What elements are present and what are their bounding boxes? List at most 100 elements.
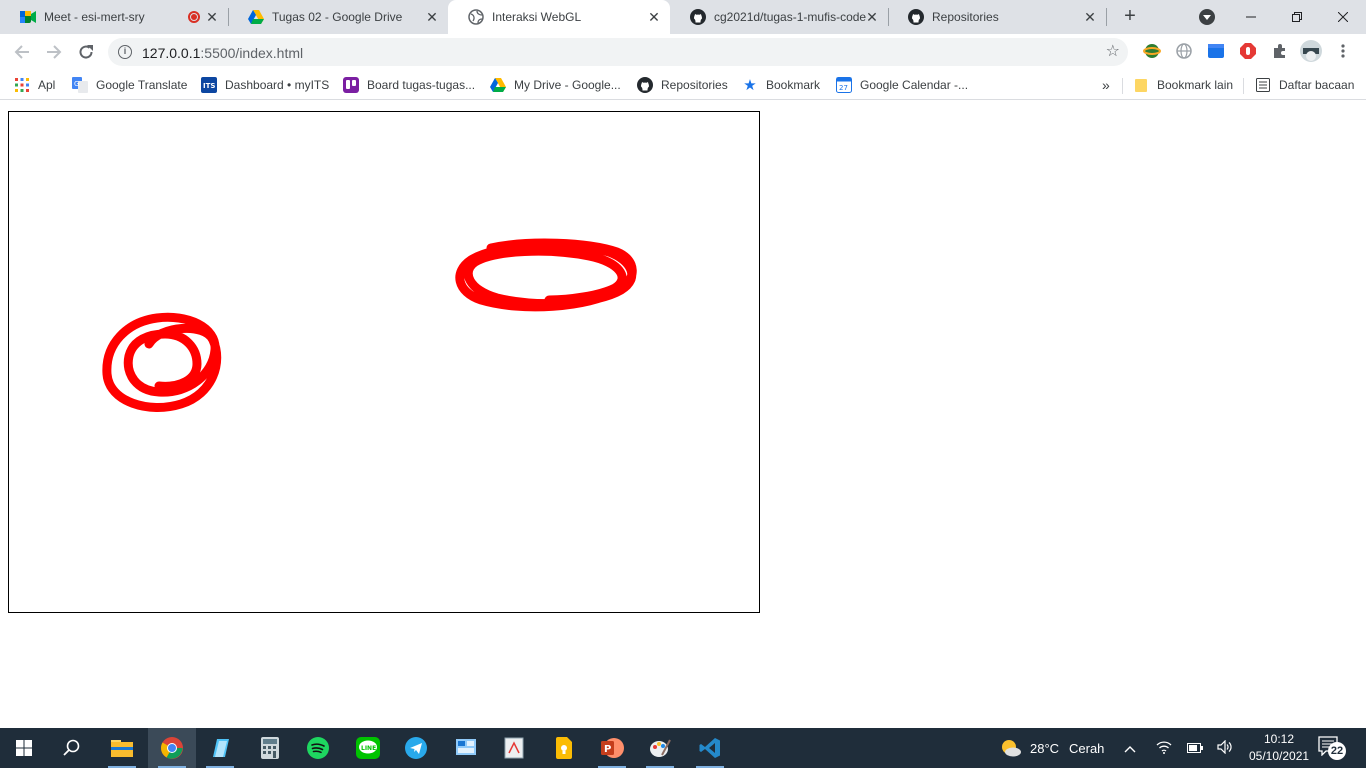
telegram-taskbar-button[interactable]	[392, 728, 440, 768]
tab-search-button[interactable]	[1199, 9, 1215, 25]
info-icon[interactable]: i	[118, 45, 132, 59]
tab-title: cg2021d/tugas-1-mufis-code	[714, 10, 867, 24]
extension-earth-icon[interactable]	[1143, 42, 1161, 60]
close-icon[interactable]: ✕	[424, 9, 440, 25]
bookmark-bookmark[interactable]: ★ Bookmark	[742, 76, 820, 94]
folder-icon	[1133, 77, 1149, 93]
menu-kebab-icon[interactable]	[1334, 42, 1352, 60]
restore-button[interactable]	[1274, 0, 1320, 34]
weather-temperature[interactable]: 28°C	[1030, 741, 1059, 756]
github-icon	[637, 77, 653, 93]
close-icon[interactable]: ✕	[864, 9, 880, 25]
battery-icon[interactable]	[1187, 742, 1203, 756]
tab-meet[interactable]: Meet - esi-mert-sry ✕	[0, 0, 228, 34]
new-tab-button[interactable]: +	[1120, 6, 1140, 26]
extensions-puzzle-icon[interactable]	[1271, 42, 1289, 60]
reading-list-button[interactable]: Daftar bacaan	[1255, 76, 1354, 94]
close-icon[interactable]: ✕	[646, 9, 662, 25]
weather-description[interactable]: Cerah	[1069, 741, 1104, 756]
bookmark-label: Daftar bacaan	[1279, 78, 1355, 92]
extension-globe-icon[interactable]	[1175, 42, 1193, 60]
clock-date[interactable]: 05/10/2021	[1249, 749, 1309, 763]
bookmark-label: Dashboard • myITS	[225, 78, 330, 92]
close-icon[interactable]: ✕	[204, 9, 220, 25]
webgl-canvas[interactable]	[8, 111, 760, 613]
windows-taskbar: LINE P 28°C Cerah 10:12 05/10/2021 22	[0, 728, 1366, 768]
close-window-button[interactable]	[1320, 0, 1366, 34]
spotify-taskbar-button[interactable]	[294, 728, 342, 768]
red-stroke-scribble-left	[102, 312, 222, 412]
url-text: 127.0.0.1:5500/index.html	[142, 45, 304, 61]
svg-text:G: G	[74, 80, 79, 88]
notification-count-badge: 22	[1328, 742, 1346, 760]
bookmark-star-icon[interactable]: ☆	[1106, 41, 1120, 61]
reading-list-icon	[1255, 77, 1271, 93]
star-icon: ★	[743, 77, 757, 94]
volume-icon[interactable]	[1217, 739, 1233, 757]
close-icon[interactable]: ✕	[1082, 9, 1098, 25]
svg-text:LINE: LINE	[361, 745, 376, 752]
bookmark-label: My Drive - Google...	[514, 78, 621, 92]
address-bar[interactable]: i 127.0.0.1:5500/index.html ☆	[108, 38, 1128, 66]
chrome-taskbar-button[interactable]	[148, 728, 196, 768]
bookmark-board-tugas[interactable]: Board tugas-tugas...	[343, 76, 475, 94]
bookmark-divider	[1243, 78, 1244, 94]
svg-text:ITS: ITS	[203, 82, 215, 90]
extension-blue-icon[interactable]	[1207, 42, 1225, 60]
drawing-surface[interactable]	[9, 112, 759, 612]
google-translate-icon: G	[72, 77, 88, 93]
bookmark-other-folder[interactable]: Bookmark lain	[1133, 76, 1233, 94]
bookmark-label: Bookmark	[766, 78, 821, 92]
clock-time[interactable]: 10:12	[1264, 732, 1294, 746]
bookmark-dashboard-myits[interactable]: ITS Dashboard • myITS	[201, 76, 329, 94]
file-explorer-button[interactable]	[98, 728, 146, 768]
vscode-taskbar-button[interactable]	[686, 728, 734, 768]
bookmark-google-translate[interactable]: G Google Translate	[72, 76, 187, 94]
svg-text:27: 27	[839, 84, 848, 92]
back-button[interactable]	[10, 40, 34, 64]
weather-icon[interactable]	[1000, 738, 1022, 758]
tab-google-drive[interactable]: Tugas 02 - Google Drive ✕	[228, 0, 448, 34]
google-drive-icon	[248, 9, 264, 25]
control-panel-taskbar-button[interactable]	[442, 728, 490, 768]
more-bookmarks-chevron-icon[interactable]: »	[1102, 76, 1110, 94]
reload-button[interactable]	[74, 40, 98, 64]
bookmark-apps[interactable]: Apl	[14, 76, 55, 94]
tab-repositories[interactable]: Repositories ✕	[888, 0, 1106, 34]
bookmark-my-drive[interactable]: My Drive - Google...	[490, 76, 621, 94]
profile-avatar[interactable]	[1300, 40, 1322, 62]
search-button[interactable]	[48, 728, 96, 768]
paint-taskbar-button[interactable]	[636, 728, 684, 768]
github-icon	[690, 9, 706, 25]
google-calendar-icon: 27	[836, 77, 852, 93]
bookmark-label: Apl	[38, 78, 56, 92]
chevron-up-icon[interactable]	[1124, 742, 1136, 756]
tab-interaksi-webgl[interactable]: Interaksi WebGL ✕	[448, 0, 670, 34]
google-meet-icon	[20, 9, 36, 25]
line-taskbar-button[interactable]: LINE	[344, 728, 392, 768]
forward-button[interactable]	[42, 40, 66, 64]
bookmark-label: Repositories	[661, 78, 728, 92]
notification-center-button[interactable]: 22	[1318, 736, 1348, 760]
browser-toolbar: i 127.0.0.1:5500/index.html ☆	[0, 34, 1366, 70]
bookmark-label: Google Calendar -...	[860, 78, 969, 92]
tab-github-cg2021d[interactable]: cg2021d/tugas-1-mufis-code ✕	[670, 0, 888, 34]
tab-divider	[1106, 8, 1107, 26]
wifi-icon[interactable]	[1156, 740, 1172, 757]
snipping-tool-taskbar-button[interactable]	[490, 728, 538, 768]
powerpoint-taskbar-button[interactable]: P	[588, 728, 636, 768]
start-button[interactable]	[0, 728, 48, 768]
minimize-button[interactable]	[1228, 0, 1274, 34]
globe-icon	[468, 9, 484, 25]
tab-title: Repositories	[932, 10, 999, 24]
bookmark-repositories[interactable]: Repositories	[637, 76, 728, 94]
extension-adblock-icon[interactable]	[1239, 42, 1257, 60]
svg-text:P: P	[604, 744, 611, 755]
notepad-taskbar-button[interactable]	[196, 728, 244, 768]
bookmark-google-calendar[interactable]: 27 Google Calendar -...	[836, 76, 968, 94]
bookmarks-bar: Apl G Google Translate ITS Dashboard • m…	[0, 70, 1366, 100]
tab-title: Interaksi WebGL	[492, 10, 582, 24]
google-keep-taskbar-button[interactable]	[540, 728, 588, 768]
calculator-taskbar-button[interactable]	[246, 728, 294, 768]
tab-strip: Meet - esi-mert-sry ✕ Tugas 02 - Google …	[0, 0, 1366, 34]
